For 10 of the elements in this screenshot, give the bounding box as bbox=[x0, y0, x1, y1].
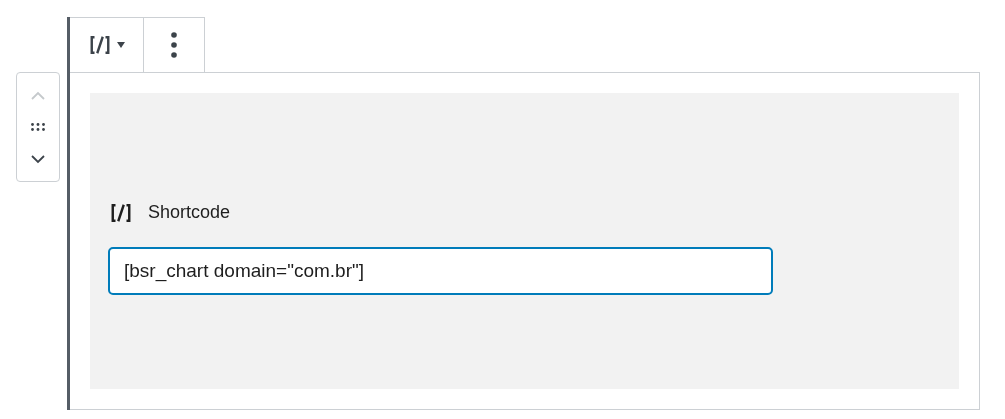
block-label: Shortcode bbox=[148, 201, 231, 224]
shortcode-icon bbox=[88, 34, 111, 56]
more-icon bbox=[171, 32, 177, 58]
caret-icon bbox=[116, 42, 125, 48]
chevron-down-icon bbox=[31, 154, 45, 164]
drag-handle-icon bbox=[31, 123, 45, 131]
shortcode-field[interactable]: [bsr_chart domain="com.br"] bbox=[108, 247, 773, 295]
chevron-up-icon bbox=[31, 90, 45, 100]
more-options-button[interactable] bbox=[144, 17, 205, 72]
block-type-button[interactable] bbox=[70, 17, 144, 72]
